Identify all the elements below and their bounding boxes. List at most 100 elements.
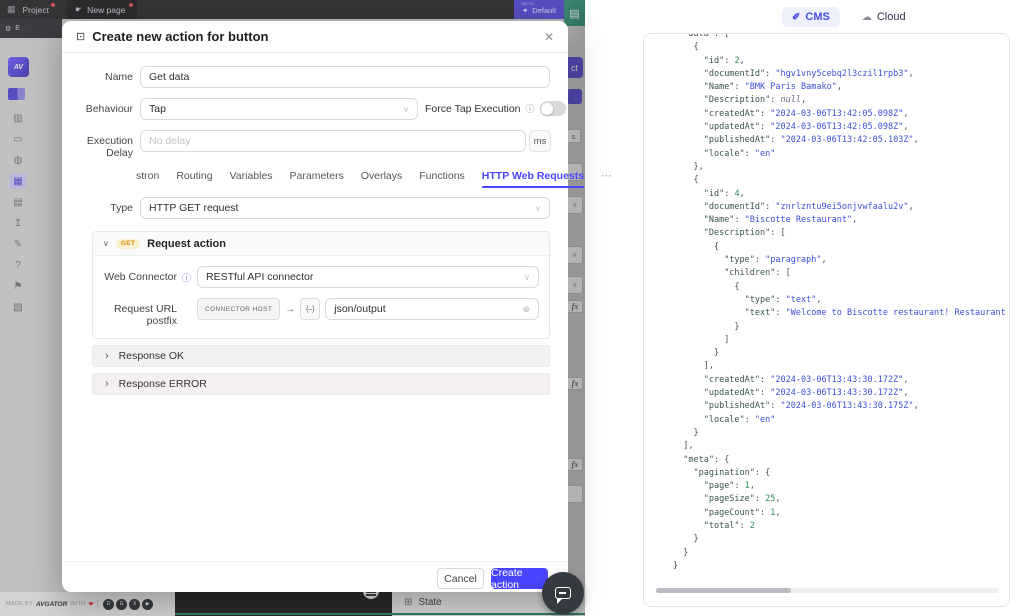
scrollbar-thumb[interactable] bbox=[656, 588, 791, 593]
more-tabs-icon[interactable]: ⋯ bbox=[601, 170, 613, 186]
purple-icon-fragment[interactable] bbox=[567, 89, 582, 104]
code-line: "Name": "Biscotte Restaurant", bbox=[673, 214, 1007, 227]
dropdown-fragment[interactable]: ∨ bbox=[566, 276, 583, 294]
request-action-section: ∨ GET Request action Web Connector ⓘ RES… bbox=[92, 231, 550, 339]
cloud-label: Cloud bbox=[877, 11, 906, 23]
tab-stron[interactable]: stron bbox=[136, 170, 159, 186]
tab-overlays[interactable]: Overlays bbox=[361, 170, 402, 186]
execution-delay-input[interactable] bbox=[140, 130, 526, 152]
select-button-fragment[interactable]: ct bbox=[566, 57, 583, 78]
code-line: { bbox=[673, 241, 1007, 254]
globe-icon[interactable]: ◍ bbox=[9, 152, 27, 168]
project-label: Project bbox=[23, 5, 49, 15]
modal-tab-bar: stron Routing Variables Parameters Overlays F… bbox=[136, 168, 558, 188]
cloud-icon: ☁ bbox=[862, 12, 872, 23]
behaviour-select[interactable]: Tap ∨ bbox=[140, 98, 418, 120]
unit-chip-fragment: s bbox=[566, 129, 581, 143]
info-icon[interactable]: ⓘ bbox=[182, 271, 191, 284]
state-label: State bbox=[418, 597, 441, 608]
page-icon[interactable]: ▤ bbox=[9, 194, 27, 210]
tab-cloud[interactable]: ☁ Cloud bbox=[852, 7, 916, 27]
pen-icon[interactable]: ✎ bbox=[9, 236, 27, 252]
info-icon[interactable]: ⓘ bbox=[526, 102, 535, 115]
preview-tab-bar: ✐CMS ☁ Cloud bbox=[782, 7, 916, 27]
name-input[interactable] bbox=[140, 66, 550, 88]
expand-box-icon[interactable]: ⊞ bbox=[404, 597, 412, 608]
code-line: "type": "paragraph", bbox=[673, 254, 1007, 267]
dropdown-fragment[interactable]: ∨ bbox=[566, 196, 583, 214]
tab-new-page[interactable]: ☛ New page bbox=[67, 0, 137, 19]
request-action-header[interactable]: ∨ GET Request action bbox=[93, 232, 549, 256]
binding-chip[interactable]: {–} bbox=[300, 298, 320, 320]
code-line: "createdAt": "2024-03-06T13:42:05.098Z", bbox=[673, 108, 1007, 121]
code-line: ] bbox=[673, 334, 1007, 347]
chat-fab[interactable] bbox=[542, 572, 584, 614]
code-line: "locale": "en" bbox=[673, 414, 1007, 427]
code-line: "Description": [ bbox=[673, 227, 1007, 240]
grid-icon[interactable]: ▦ bbox=[7, 4, 16, 15]
url-postfix-value: json/output bbox=[334, 303, 385, 315]
response-ok-section[interactable]: › Response OK bbox=[92, 345, 550, 367]
panel-toggle-icon[interactable] bbox=[8, 88, 25, 100]
help-icon[interactable]: ? bbox=[9, 257, 27, 273]
discord-icon[interactable]: D bbox=[103, 599, 114, 610]
input-fragment[interactable] bbox=[566, 485, 583, 503]
code-line: "documentId": "hgv1vny5cebq2l3czil1rpb3"… bbox=[673, 68, 1007, 81]
modal-header: ⊡ Create new action for button ✕ bbox=[62, 21, 568, 53]
flag-icon[interactable]: ⚑ bbox=[9, 278, 27, 294]
components-icon[interactable]: ▦ bbox=[9, 173, 27, 189]
twitter-icon[interactable]: X bbox=[129, 599, 140, 610]
json-code-block: "data": [ { "id": 2, "documentId": "hgv1… bbox=[643, 33, 1010, 607]
clear-icon[interactable]: ⊗ bbox=[522, 304, 530, 315]
toolbar-fragment: ⚙ E bbox=[0, 19, 62, 38]
youtube-icon[interactable]: ▶ bbox=[142, 599, 153, 610]
tab-variables[interactable]: Variables bbox=[230, 170, 273, 186]
preview-canvas bbox=[175, 588, 392, 616]
brackets-icon[interactable]: ▥ bbox=[9, 110, 27, 126]
force-tap-toggle[interactable] bbox=[540, 101, 566, 116]
execution-delay-label: Execution Delay bbox=[62, 135, 133, 159]
code-line: } bbox=[673, 347, 1007, 360]
code-line: { bbox=[673, 174, 1007, 187]
tab-routing[interactable]: Routing bbox=[176, 170, 212, 186]
response-error-label: Response ERROR bbox=[119, 378, 207, 390]
code-line: "locale": "en" bbox=[673, 148, 1007, 161]
footer-divider bbox=[62, 561, 568, 562]
github-icon[interactable]: G bbox=[116, 599, 127, 610]
close-icon[interactable]: ✕ bbox=[544, 30, 554, 44]
tab-parameters[interactable]: Parameters bbox=[290, 170, 344, 186]
formula-button-fragment[interactable]: fx bbox=[567, 300, 583, 313]
card-icon[interactable]: ▭ bbox=[9, 131, 27, 147]
ms-unit: ms bbox=[529, 130, 551, 152]
avatar[interactable]: AV bbox=[8, 57, 29, 77]
behaviour-label: Behaviour bbox=[62, 103, 133, 115]
type-select[interactable]: HTTP GET request ∨ bbox=[140, 197, 550, 219]
code-line: { bbox=[673, 41, 1007, 54]
tab-project[interactable]: Project bbox=[23, 5, 55, 15]
url-postfix-input[interactable]: json/output ⊗ bbox=[325, 298, 539, 320]
unsaved-dot bbox=[51, 3, 55, 7]
formula-button-fragment[interactable]: fx bbox=[567, 458, 583, 471]
tab-functions[interactable]: Functions bbox=[419, 170, 465, 186]
response-error-section[interactable]: › Response ERROR bbox=[92, 373, 550, 395]
code-line: "Name": "BMK Paris Bamako", bbox=[673, 81, 1007, 94]
code-line: "documentId": "znrlzntu9ei5onjvwfaalu2v"… bbox=[673, 201, 1007, 214]
code-line: "id": 4, bbox=[673, 188, 1007, 201]
url-postfix-label: Request URL postfix bbox=[93, 303, 177, 327]
new-page-label: New page bbox=[87, 5, 125, 15]
response-ok-label: Response OK bbox=[119, 350, 184, 362]
web-connector-select[interactable]: RESTful API connector ∨ bbox=[197, 266, 539, 288]
dropdown-fragment[interactable]: ∨ bbox=[566, 246, 583, 264]
create-action-button[interactable]: Create action bbox=[491, 568, 548, 589]
tab-cms[interactable]: ✐CMS bbox=[782, 7, 840, 27]
chart-icon[interactable]: ▧ bbox=[9, 299, 27, 315]
cancel-button[interactable]: Cancel bbox=[437, 568, 484, 589]
upload-icon[interactable]: ↥ bbox=[9, 215, 27, 231]
code-line: ], bbox=[673, 360, 1007, 373]
horizontal-scrollbar[interactable] bbox=[656, 588, 999, 593]
edit-label: E bbox=[15, 25, 20, 32]
gear-icon: ⚙ bbox=[5, 25, 11, 33]
made-by-footer: MADE BY AVGATOR WITH ❤ | DGX▶ bbox=[0, 592, 175, 616]
formula-button-fragment[interactable]: fx bbox=[567, 377, 583, 390]
tab-http-web-requests[interactable]: HTTP Web Requests bbox=[482, 170, 584, 186]
